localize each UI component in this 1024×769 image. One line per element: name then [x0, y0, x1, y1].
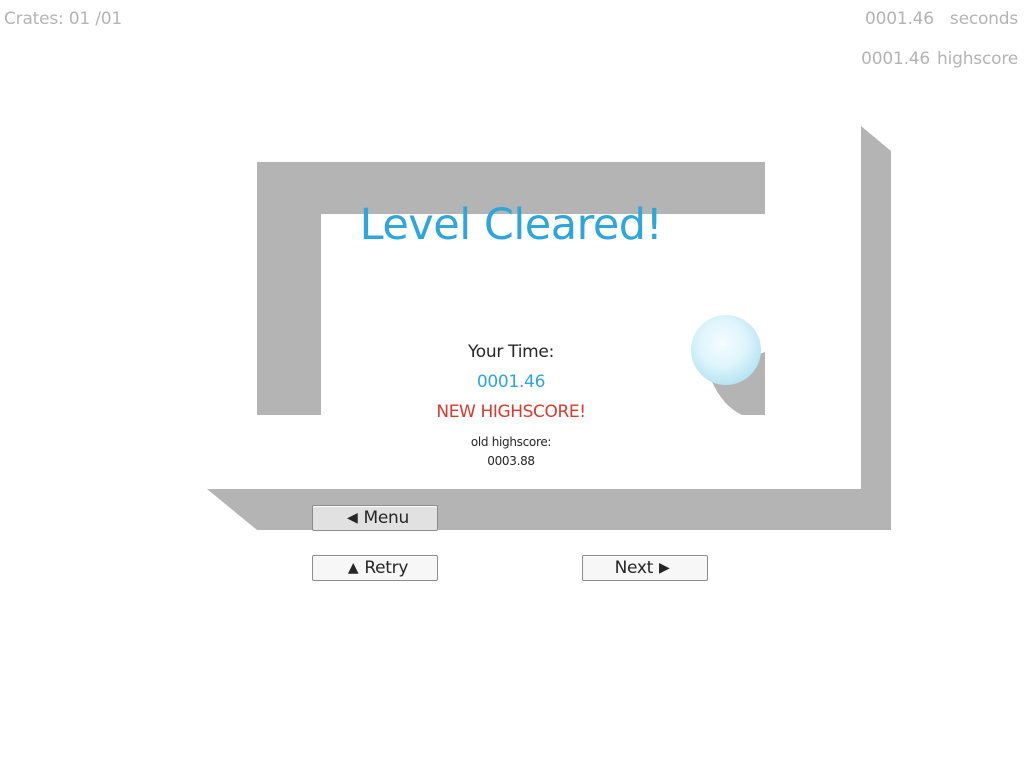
next-button-label: Next	[614, 558, 654, 578]
retry-button-label: Retry	[364, 558, 409, 578]
arrow-right-icon: ▶	[658, 560, 670, 576]
your-time-label: Your Time:	[467, 342, 555, 362]
menu-button[interactable]: ◀ Menu	[312, 505, 438, 531]
arrow-up-icon: ▲	[347, 560, 359, 576]
highscore-value: 0001.46	[861, 49, 931, 69]
time-value: 0001.46	[865, 9, 934, 29]
highscore-readout: 0001.46 highscore	[861, 49, 1018, 69]
old-highscore-label: old highscore:	[470, 435, 552, 449]
next-button[interactable]: Next ▶	[582, 555, 708, 581]
time-unit: seconds	[949, 9, 1018, 29]
crates-counter: Crates: 01 /01	[4, 9, 122, 29]
wall-right	[861, 126, 891, 530]
retry-button[interactable]: ▲ Retry	[312, 555, 438, 581]
new-highscore-banner: NEW HIGHSCORE!	[436, 402, 586, 422]
level-cleared-title: Level Cleared!	[359, 200, 663, 250]
highscore-unit: highscore	[937, 49, 1018, 69]
time-readout: 0001.46 seconds	[865, 9, 1018, 29]
old-highscore-value: 0003.88	[487, 454, 535, 468]
wall-bottom	[207, 489, 891, 530]
arrow-left-icon: ◀	[347, 510, 358, 526]
menu-button-label: Menu	[363, 508, 409, 528]
your-time-value: 0001.46	[476, 372, 546, 392]
